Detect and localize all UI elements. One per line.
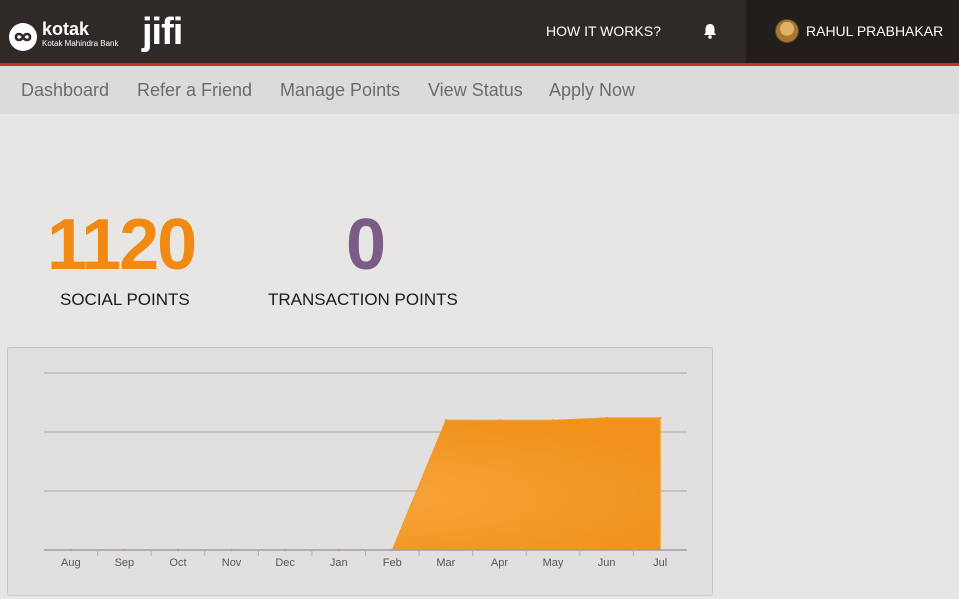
social-points-value: 1120 [47, 205, 197, 285]
user-menu[interactable]: RAHUL PRABHAKAR [746, 0, 959, 63]
sub-navigation: Dashboard Refer a Friend Manage Points V… [0, 66, 959, 114]
x-tick-label: Nov [222, 557, 242, 569]
x-tick-label: Feb [383, 557, 402, 569]
data-point [551, 419, 555, 422]
brand-subtitle: Kotak Mahindra Bank [42, 39, 119, 48]
brand-name: kotak [42, 19, 90, 39]
jifi-logo[interactable]: jifi [142, 10, 183, 54]
social-points-label: SOCIAL POINTS [60, 290, 190, 309]
nav-apply-now[interactable]: Apply Now [549, 80, 635, 100]
area-series-0 [70, 417, 661, 551]
data-point [498, 419, 501, 422]
x-tick-label: Oct [169, 557, 186, 569]
transaction-points-label: TRANSACTION POINTS [268, 290, 458, 309]
data-point [444, 419, 448, 422]
top-header-bar: kotak Kotak Mahindra Bank jifi HOW IT WO… [0, 0, 959, 63]
data-point [605, 416, 608, 420]
nav-refer-a-friend[interactable]: Refer a Friend [137, 80, 252, 100]
avatar [775, 19, 799, 43]
kotak-infinity-icon [9, 23, 37, 51]
nav-manage-points[interactable]: Manage Points [280, 80, 400, 100]
how-it-works-link[interactable]: HOW IT WORKS? [546, 22, 661, 40]
x-tick-label: Jan [330, 557, 348, 569]
points-chart-panel: Aug Sep Oct Nov Dec Jan Feb Mar Apr May Jun Jul [7, 347, 713, 596]
x-tick-label: Jul [653, 557, 667, 569]
nav-view-status[interactable]: View Status [428, 80, 523, 100]
x-tick-label: Mar [436, 557, 455, 569]
points-area-chart: Aug Sep Oct Nov Dec Jan Feb Mar Apr May Jun Jul [44, 372, 687, 569]
bell-icon[interactable] [701, 22, 719, 40]
x-tick-label: Dec [275, 557, 295, 569]
nav-dashboard[interactable]: Dashboard [21, 80, 109, 100]
x-tick-label: Apr [491, 557, 508, 569]
user-name: RAHUL PRABHAKAR [806, 23, 944, 39]
x-tick-label: Aug [61, 557, 81, 569]
x-tick-label: Jun [598, 557, 616, 569]
transaction-points-value: 0 [346, 205, 386, 285]
x-tick-label: May [543, 557, 564, 569]
x-tick-label: Sep [115, 557, 135, 569]
data-point [659, 416, 662, 420]
